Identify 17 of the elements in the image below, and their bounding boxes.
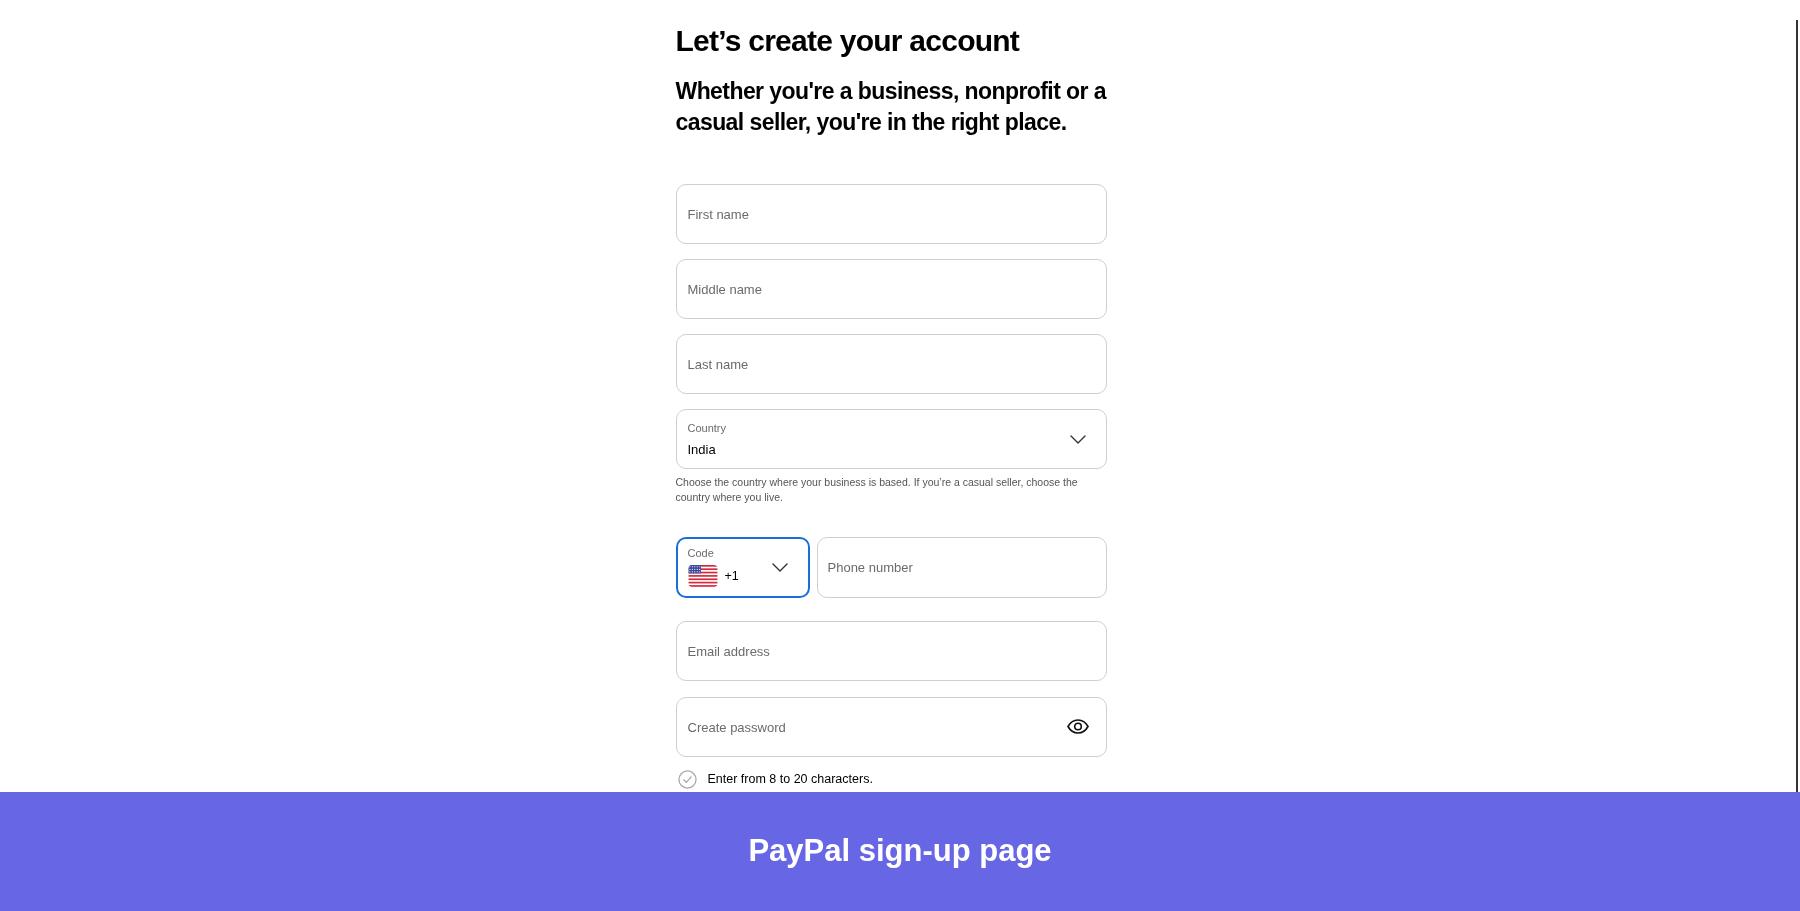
flag-icon [687, 565, 718, 587]
chevron-down-icon [771, 563, 788, 572]
input-field[interactable]: Last name [675, 334, 1107, 394]
country-select[interactable]: Country India [675, 409, 1107, 469]
caption-text: PayPal sign-up page [748, 832, 1052, 871]
phone-number-field[interactable]: Phone number [816, 537, 1107, 598]
input-field[interactable]: First name [675, 184, 1107, 244]
eye-icon[interactable] [1066, 719, 1089, 734]
password-rule-text: Enter from 8 to 20 characters. [707, 771, 873, 789]
page-heading: Let’s create your account [675, 23, 1021, 59]
page-subheading: Whether you're a business, nonprofit or a casual seller, you're in the right place. [675, 77, 1108, 137]
input-field[interactable]: Email address [675, 621, 1107, 681]
password-field[interactable]: Create password [675, 697, 1107, 757]
chevron-down-icon [1069, 434, 1086, 444]
country-help-text: Choose the country where your business is based. If you’re a casual seller, choose the country where you live. [675, 475, 1079, 505]
input-field[interactable]: Middle name [675, 259, 1107, 319]
country-code-select[interactable]: Code +1 [675, 537, 810, 598]
